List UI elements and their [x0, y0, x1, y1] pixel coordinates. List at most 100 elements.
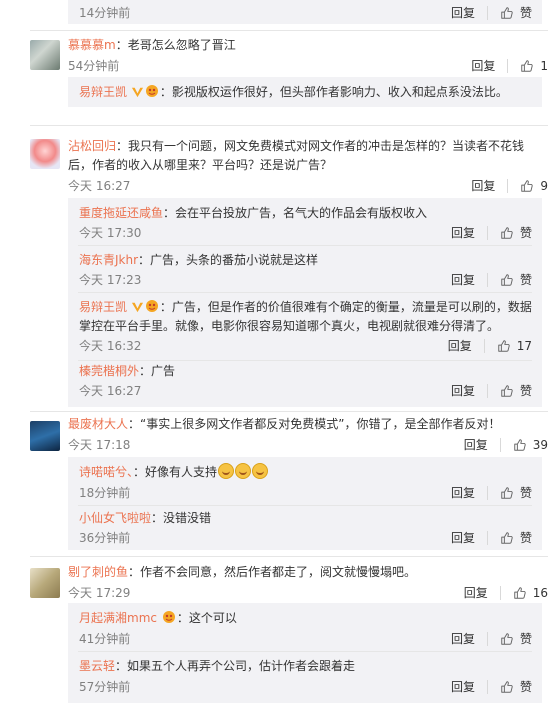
reply-button[interactable]: 回复: [451, 529, 475, 546]
divider: [78, 360, 532, 361]
username-link[interactable]: 易辩王凯: [79, 300, 127, 314]
divider: [78, 292, 532, 293]
reply-time: 今天 17:23: [79, 273, 142, 287]
comment-body: ：作者不会同意，然后作者都走了，阅文就慢慢塌吧。: [128, 565, 417, 579]
reply-button[interactable]: 回复: [451, 382, 475, 399]
verified-v-icon: [131, 85, 144, 98]
reply-text: 重度拖延还咸鱼：会在平台投放广告，名气大的作品会有版权收入: [79, 204, 532, 223]
comment-text: 沾松回归：我只有一个问题，网文免费模式对网文作者的冲击是怎样的？当读者不花钱后，…: [68, 137, 546, 175]
like-count: 赞: [519, 226, 532, 240]
reply-body: ：广告，头条的番茄小说就是这样: [138, 253, 319, 267]
thumb-up-icon: [500, 384, 514, 398]
like-button[interactable]: 赞: [500, 678, 532, 695]
comment-body: ：“事实上很多网文作者都反对免费模式”，你错了，是全部作者反对！: [128, 417, 501, 431]
reply-time: 今天 17:30: [79, 226, 142, 240]
member-badge-icon: [144, 299, 160, 313]
divider: [507, 58, 509, 73]
reply-button[interactable]: 回复: [464, 436, 488, 453]
username-link[interactable]: 诗喏喏兮、: [79, 465, 133, 479]
username-link[interactable]: 慕慕慕m: [68, 38, 116, 52]
avatar[interactable]: [30, 139, 60, 169]
avatar[interactable]: [30, 421, 60, 451]
reply-time: 今天 16:27: [79, 384, 142, 398]
reply-text: 诗喏喏兮、：好像有人支持: [79, 463, 532, 482]
comment-time: 54分钟前: [68, 59, 120, 73]
reply-button[interactable]: 回复: [451, 271, 475, 288]
reply-box: 易辩王凯 ：影视版权运作很好，但头部作者影响力、收入和起点系没法比。: [68, 77, 542, 107]
username-link[interactable]: 沾松回归: [68, 139, 116, 153]
thumb-up-icon: [500, 680, 514, 694]
username-link[interactable]: 小仙女飞啦啦: [79, 511, 151, 525]
reply-text: 墨云轻：如果五个人再弄个公司，估计作者会跟着走: [79, 657, 532, 676]
divider: [30, 30, 548, 31]
comment-body: ：老哥怎么忽略了晋江: [115, 38, 236, 52]
like-count: 1: [540, 58, 548, 73]
reply-text: 小仙女飞啦啦：没错没错: [79, 509, 532, 528]
reply-box: 重度拖延还咸鱼：会在平台投放广告，名气大的作品会有版权收入 今天 17:30 回…: [68, 198, 542, 407]
username-link[interactable]: 墨云轻: [79, 659, 115, 673]
thumb-up-icon: [520, 59, 534, 73]
reply-button[interactable]: 回复: [451, 4, 475, 21]
reply-body: ：影视版权运作很好，但头部作者影响力、收入和起点系没法比。: [159, 85, 508, 99]
divider: [30, 125, 548, 126]
reply-actions: 回复 赞: [451, 484, 532, 501]
reply-button[interactable]: 回复: [471, 57, 495, 74]
thumb-up-icon: [500, 273, 514, 287]
reply-time: 41分钟前: [79, 632, 131, 646]
reply-button[interactable]: 回复: [471, 177, 495, 194]
divider: [499, 585, 501, 600]
like-button[interactable]: 赞: [500, 382, 532, 399]
reply-actions: 回复 赞: [451, 271, 532, 288]
username-link[interactable]: 剔了刺的鱼: [68, 565, 128, 579]
username-link[interactable]: 重度拖延还咸鱼: [79, 206, 163, 220]
username-link[interactable]: 海东青Jkhr: [79, 253, 138, 267]
reply-box: 14分钟前 回复 赞: [68, 0, 542, 24]
reply-text: 榛莞楷桐外：广告: [79, 362, 532, 381]
divider: [483, 338, 485, 353]
avatar[interactable]: [30, 40, 60, 70]
reply-button[interactable]: 回复: [451, 678, 475, 695]
thumb-up-icon: [520, 179, 534, 193]
like-button[interactable]: 赞: [500, 4, 532, 21]
like-button[interactable]: 赞: [500, 630, 532, 647]
like-button[interactable]: 39: [513, 438, 548, 452]
divider: [30, 411, 548, 412]
divider: [78, 245, 532, 246]
divider: [486, 485, 488, 500]
like-button[interactable]: 9: [520, 179, 548, 193]
reply-button[interactable]: 回复: [464, 584, 488, 601]
reply-button[interactable]: 回复: [451, 630, 475, 647]
reply-text: 易辩王凯 ：影视版权运作很好，但头部作者影响力、收入和起点系没法比。: [79, 83, 532, 102]
like-button[interactable]: 16: [513, 586, 548, 600]
username-link[interactable]: 最废材大人: [68, 417, 128, 431]
thumb-up-icon: [497, 339, 511, 353]
like-button[interactable]: 赞: [500, 484, 532, 501]
like-count: 39: [532, 437, 548, 452]
like-count: 赞: [519, 486, 532, 500]
divider: [507, 178, 509, 193]
avatar[interactable]: [30, 568, 60, 598]
reply-button[interactable]: 回复: [451, 224, 475, 241]
reply-box: 月起满湘mmc ：这个可以 41分钟前 回复 赞 墨云轻：如果五个人再弄个公司，…: [68, 603, 542, 703]
reply-actions: 回复 赞: [451, 4, 532, 21]
like-button[interactable]: 赞: [500, 529, 532, 546]
like-count: 9: [540, 178, 548, 193]
username-link[interactable]: 榛莞楷桐外: [79, 364, 139, 378]
reply-button[interactable]: 回复: [451, 484, 475, 501]
comment-time: 今天 17:29: [68, 586, 131, 600]
divider: [486, 631, 488, 646]
comment-actions: 回复 16: [464, 584, 548, 601]
like-button[interactable]: 17: [497, 339, 532, 353]
reply-actions: 回复 17: [448, 337, 532, 354]
like-count: 17: [516, 338, 532, 353]
reply-body: ：这个可以: [176, 611, 237, 625]
thumb-up-icon: [500, 486, 514, 500]
reply-button[interactable]: 回复: [448, 337, 472, 354]
like-button[interactable]: 1: [520, 59, 548, 73]
like-button[interactable]: 赞: [500, 271, 532, 288]
reply-body: ：好像有人支持: [133, 465, 218, 479]
username-link[interactable]: 易辩王凯: [79, 85, 127, 99]
like-button[interactable]: 赞: [500, 224, 532, 241]
username-link[interactable]: 月起满湘mmc: [79, 611, 157, 625]
divider: [499, 437, 501, 452]
